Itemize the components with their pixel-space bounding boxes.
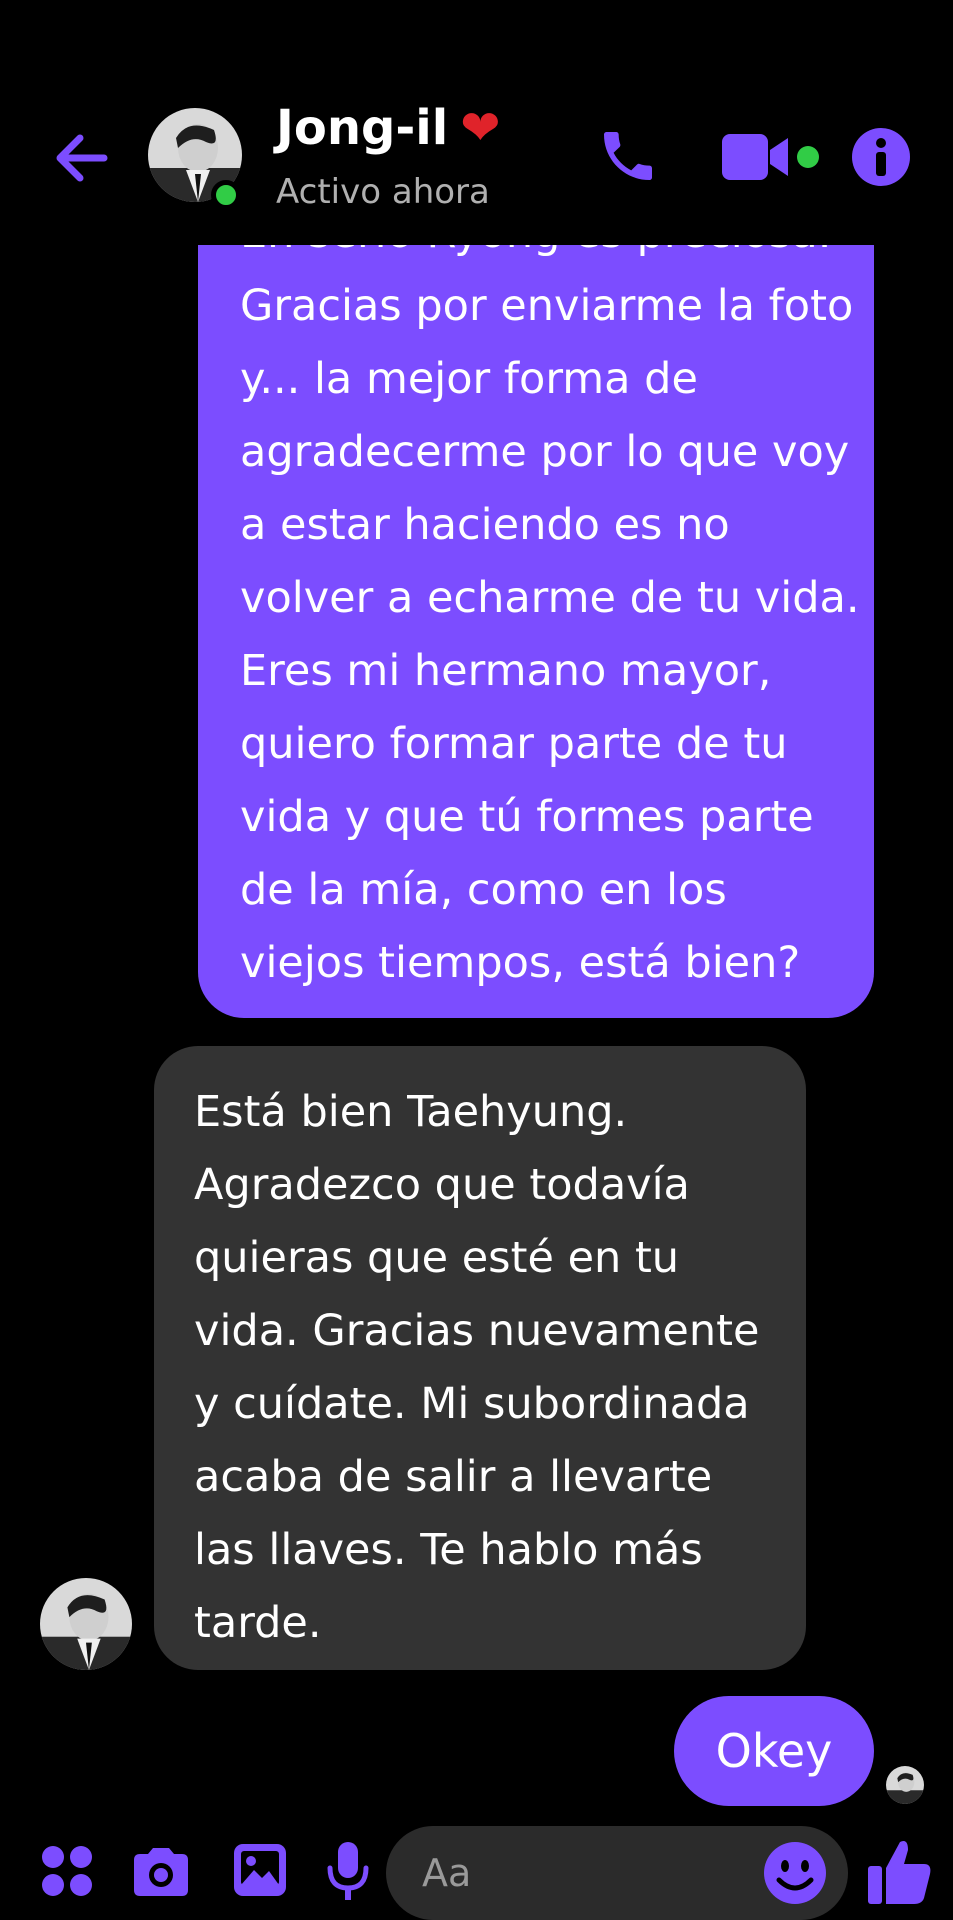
message-bubble-outgoing[interactable]: Okey — [674, 1696, 874, 1806]
emoji-button[interactable] — [762, 1840, 828, 1906]
video-call-button[interactable] — [720, 128, 826, 186]
image-icon — [234, 1844, 286, 1896]
message-text: Okey — [715, 1724, 833, 1778]
message-text: En serio Ryong es preciosa. Gracias por … — [240, 208, 860, 988]
video-icon — [722, 134, 819, 180]
mic-icon — [327, 1842, 369, 1900]
camera-button[interactable] — [130, 1846, 192, 1898]
contact-name[interactable]: Jong-il ❤ — [276, 100, 500, 156]
voice-message-button[interactable] — [326, 1840, 370, 1902]
sender-avatar[interactable] — [40, 1578, 132, 1670]
back-button[interactable] — [50, 126, 114, 190]
avatar-image — [886, 1766, 924, 1804]
avatar-image — [40, 1578, 132, 1670]
emoji-icon — [764, 1842, 826, 1904]
seen-indicator-avatar — [886, 1766, 924, 1804]
contact-status: Activo ahora — [276, 172, 490, 212]
thumbs-up-icon — [868, 1841, 931, 1904]
info-button[interactable] — [850, 126, 912, 188]
message-bubble-incoming[interactable]: Está bien Taehyung. Agradezco que todaví… — [154, 1046, 806, 1670]
gallery-button[interactable] — [232, 1842, 288, 1898]
message-text: Está bien Taehyung. Agradezco que todaví… — [194, 1087, 760, 1648]
like-button[interactable] — [866, 1836, 934, 1908]
message-composer — [0, 1812, 953, 1920]
heart-emoji: ❤ — [460, 100, 501, 156]
online-indicator — [211, 180, 241, 210]
info-icon — [852, 128, 910, 186]
message-bubble-outgoing[interactable]: En serio Ryong es preciosa. Gracias por … — [198, 190, 874, 1018]
voice-call-button[interactable] — [596, 124, 660, 188]
chat-header: Jong-il ❤ Activo ahora — [0, 0, 953, 245]
contact-name-text: Jong-il — [276, 100, 449, 156]
back-arrow-icon — [56, 134, 108, 182]
apps-icon — [42, 1846, 92, 1896]
camera-icon — [134, 1848, 188, 1896]
phone-icon — [604, 132, 652, 180]
apps-button[interactable] — [40, 1844, 94, 1898]
